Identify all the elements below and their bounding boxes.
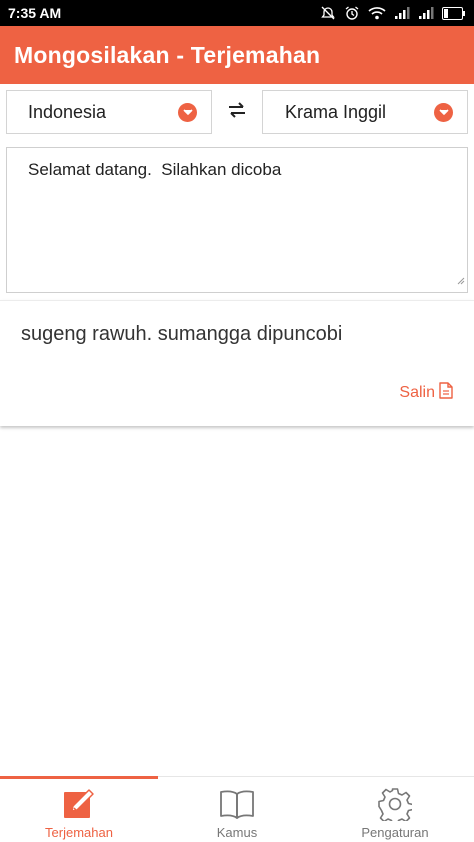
target-language-dropdown[interactable]: Krama Inggil (262, 90, 468, 134)
status-icons (320, 5, 466, 21)
chevron-down-icon (178, 103, 197, 122)
nav-label-terjemahan: Terjemahan (45, 825, 113, 840)
gear-icon (378, 787, 412, 821)
translation-result-card: sugeng rawuh. sumangga dipuncobi Salin (0, 300, 474, 426)
nav-item-kamus[interactable]: Kamus (158, 777, 316, 842)
page-title: Mongosilakan - Terjemahan (14, 41, 321, 68)
copy-icon (439, 382, 453, 404)
source-language-label: Indonesia (28, 101, 107, 122)
edit-icon (62, 787, 96, 821)
app-bar: Mongosilakan - Terjemahan (0, 26, 474, 84)
alarm-icon (344, 5, 360, 21)
status-bar: 7:35 AM (0, 0, 474, 26)
target-language-label: Krama Inggil (285, 101, 387, 122)
battery-icon (442, 6, 466, 20)
nav-label-kamus: Kamus (216, 825, 258, 840)
status-time: 7:35 AM (8, 5, 62, 21)
nav-item-pengaturan[interactable]: Pengaturan (316, 777, 474, 842)
source-text-value: Selamat datang. Silahkan dicoba (28, 160, 282, 179)
signal-icon (418, 6, 434, 20)
copy-button[interactable]: Salin (399, 382, 453, 404)
source-text-input[interactable]: Selamat datang. Silahkan dicoba (6, 147, 468, 293)
swap-icon (228, 101, 246, 123)
swap-languages-button[interactable] (224, 99, 250, 125)
chevron-down-icon (434, 103, 453, 122)
language-selector-row: Indonesia Krama Inggil (0, 84, 474, 144)
bottom-navigation: Terjemahan Kamus Pengaturan (0, 776, 474, 842)
translation-result-text: sugeng rawuh. sumangga dipuncobi (21, 323, 343, 345)
nav-item-terjemahan[interactable]: Terjemahan (0, 776, 158, 842)
nav-label-pengaturan: Pengaturan (361, 825, 429, 840)
resize-grip-icon[interactable] (457, 272, 465, 290)
alarm-off-icon (320, 5, 336, 21)
copy-label: Salin (399, 384, 435, 401)
source-language-dropdown[interactable]: Indonesia (6, 90, 212, 134)
wifi-icon (368, 6, 386, 20)
signal-icon (394, 6, 410, 20)
book-icon (219, 787, 255, 821)
